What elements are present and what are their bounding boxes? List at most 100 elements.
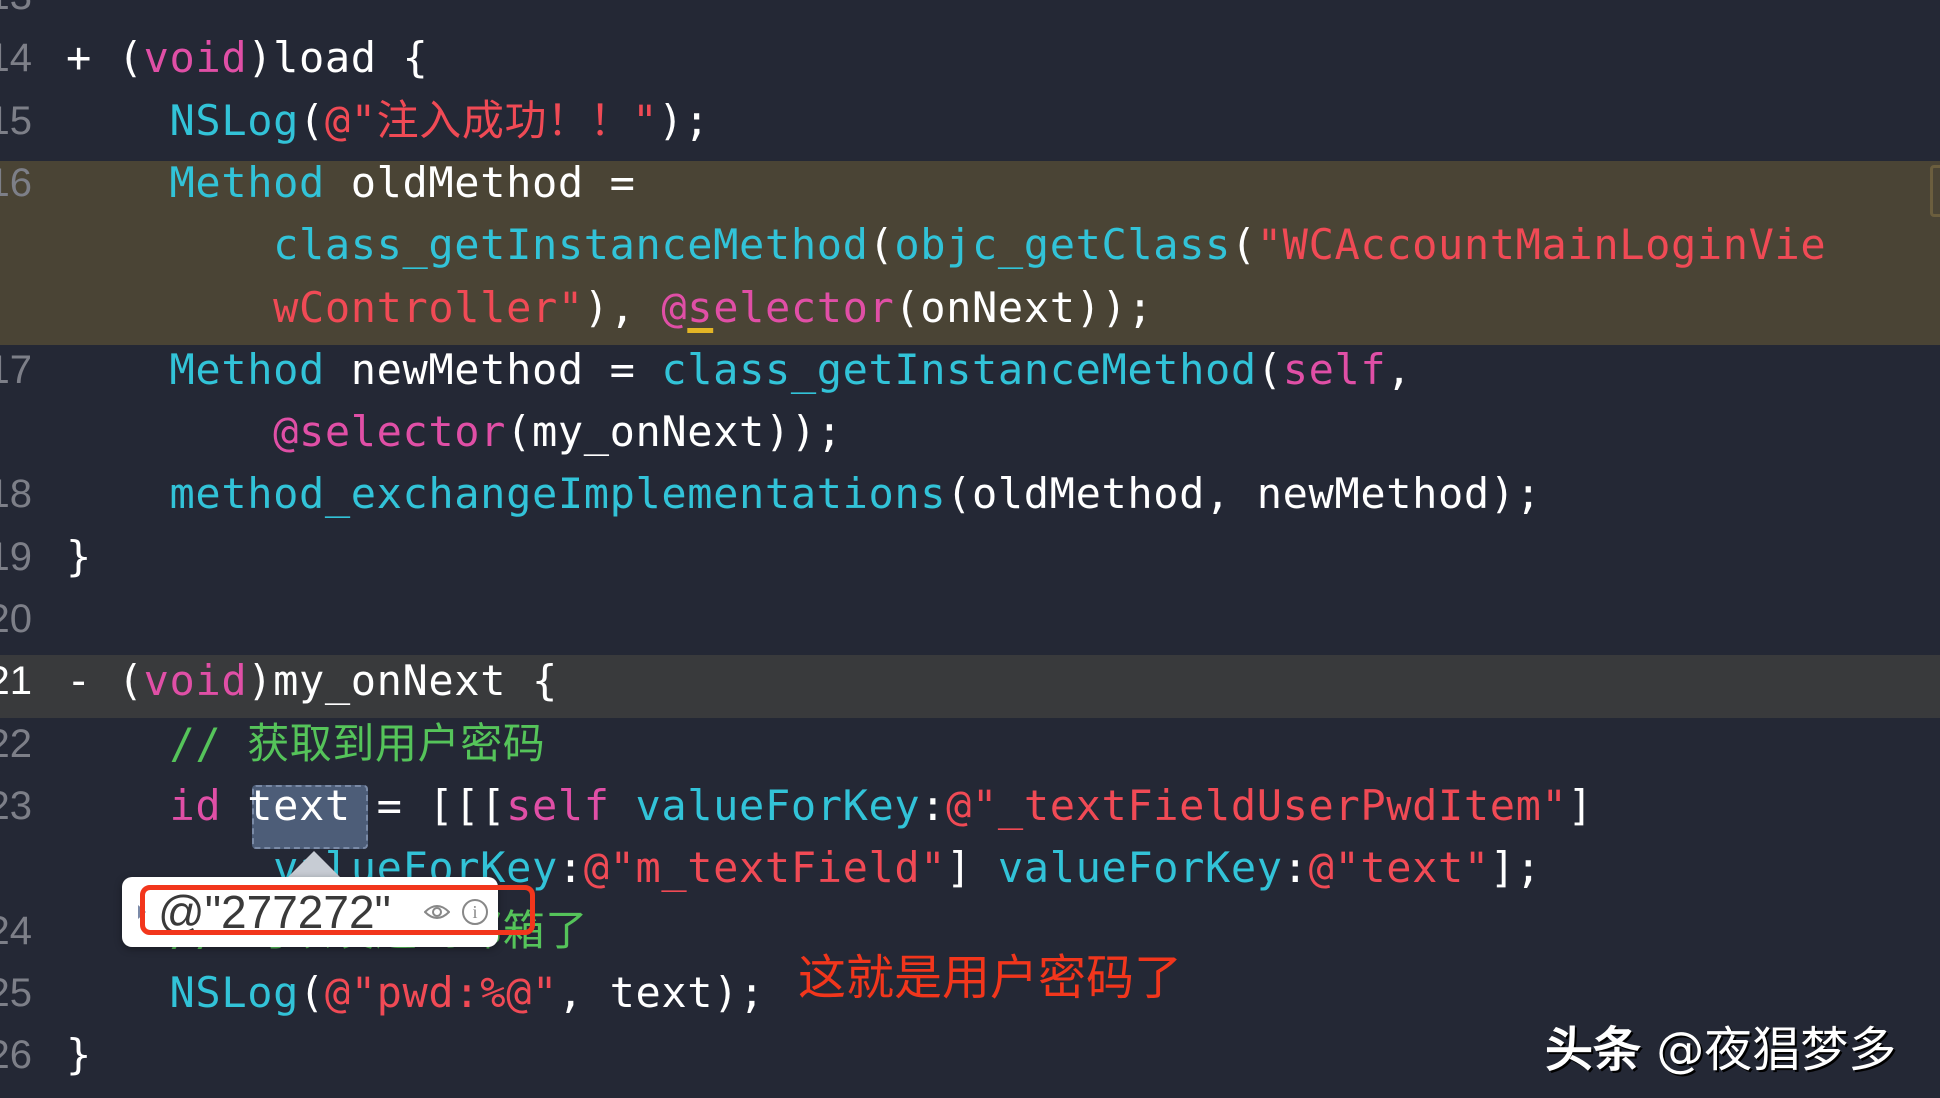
code-line-23[interactable]: 23 id text = [[[self valueForKey:@"_text…: [0, 775, 1940, 837]
code-text: NSLog(@"注入成功！！");: [66, 90, 710, 152]
code-token: newMethod =: [324, 344, 662, 394]
code-text: @selector(my_onNext));: [66, 401, 843, 463]
code-token: class_getInstanceMethod: [273, 220, 869, 270]
code-token: NSLog: [169, 95, 299, 145]
line-number[interactable]: 25: [0, 962, 32, 1024]
code-text: class_getInstanceMethod(objc_getClass("W…: [66, 214, 1826, 276]
code-token: - (: [66, 656, 144, 706]
code-text: }: [66, 526, 92, 588]
code-line-13[interactable]: 13: [0, 0, 1940, 27]
code-token: ]: [1567, 780, 1594, 830]
fixit-underline[interactable]: s: [687, 283, 713, 332]
code-line-15[interactable]: 15 NSLog(@"注入成功！！");: [0, 90, 1940, 152]
code-token: @"text": [1308, 843, 1490, 893]
code-line-19[interactable]: 19}: [0, 526, 1940, 588]
code-token: valueForKey: [997, 843, 1283, 893]
code-token: method_exchangeImplementations: [169, 469, 947, 519]
code-text: Method oldMethod =: [66, 152, 636, 214]
code-token: wController": [273, 282, 584, 332]
code-token: valueForKey: [635, 780, 921, 830]
code-line-18[interactable]: 18 method_exchangeImplementations(oldMet…: [0, 463, 1940, 525]
line-number[interactable]: 13: [0, 0, 32, 27]
code-token: self: [506, 780, 610, 830]
line-number[interactable]: 19: [0, 526, 32, 588]
code-token: (my_onNext));: [506, 407, 843, 457]
code-line-wrap[interactable]: wController"), @selector(onNext));: [0, 277, 1940, 339]
code-token: (: [298, 967, 325, 1017]
code-token: @selector: [273, 407, 507, 457]
code-text: wController"), @selector(onNext));: [66, 277, 1153, 339]
line-number[interactable]: 23: [0, 775, 32, 837]
code-token: Method: [169, 157, 325, 207]
code-token: (onNext));: [894, 282, 1154, 332]
code-text: // 获取到用户密码: [66, 713, 545, 775]
line-number[interactable]: 22: [0, 713, 32, 775]
code-token: );: [658, 95, 710, 145]
code-token: (: [1256, 344, 1283, 394]
code-token: self: [1282, 344, 1387, 394]
code-token: void: [143, 656, 248, 706]
line-number[interactable]: 14: [0, 27, 32, 89]
watermark: 头条 @夜猖梦多: [1545, 1010, 1896, 1080]
code-line-22[interactable]: 22 // 获取到用户密码: [0, 713, 1940, 775]
code-token: }: [66, 1030, 92, 1080]
code-line-wrap[interactable]: @selector(my_onNext));: [0, 401, 1940, 463]
code-token: id: [169, 780, 222, 830]
line-number[interactable]: 21: [0, 650, 32, 712]
code-token: )load {: [247, 33, 429, 83]
code-line-21[interactable]: 21 - (void)my_onNext {: [0, 650, 1940, 712]
line-number[interactable]: 20: [0, 588, 32, 650]
line-number[interactable]: 17: [0, 339, 32, 401]
line-number[interactable]: 15: [0, 90, 32, 152]
code-line-14[interactable]: 14 + (void)load {: [0, 27, 1940, 89]
code-text: }: [66, 1024, 92, 1086]
code-text: NSLog(@"pwd:%@", text);: [66, 962, 765, 1024]
highlight-annotation-box: [140, 885, 535, 935]
code-token: }: [66, 531, 92, 581]
code-token: "WCAccountMainLoginVie: [1256, 220, 1827, 270]
code-token: ]: [946, 843, 998, 893]
code-token: class_getInstanceMethod: [661, 344, 1257, 394]
code-line-17[interactable]: 17 Method newMethod = class_getInstanceM…: [0, 339, 1940, 401]
code-line-wrap[interactable]: class_getInstanceMethod(objc_getClass("W…: [0, 214, 1940, 276]
code-token: text = [[[: [221, 780, 507, 830]
code-token: void: [143, 33, 248, 83]
code-token: (: [868, 220, 895, 270]
code-token: :: [1282, 843, 1309, 893]
code-line-16[interactable]: 16 Method oldMethod =: [0, 152, 1940, 214]
code-token: + (: [66, 33, 144, 83]
line-number[interactable]: 26: [0, 1024, 32, 1086]
code-text: - (void)my_onNext {: [66, 650, 558, 712]
code-token: @selector: [661, 282, 895, 332]
line-number[interactable]: 16: [0, 152, 32, 214]
popup-arrow: [286, 851, 342, 879]
code-token: NSLog: [169, 967, 299, 1017]
code-text: Method newMethod = class_getInstanceMeth…: [66, 339, 1412, 401]
code-text: method_exchangeImplementations(oldMethod…: [66, 463, 1542, 525]
code-token: (: [298, 95, 325, 145]
line-number[interactable]: 18: [0, 463, 32, 525]
code-text: id text = [[[self valueForKey:@"_textFie…: [66, 775, 1593, 837]
code-token: @"_textFieldUserPwdItem": [946, 780, 1568, 830]
code-text: + (void)load {: [66, 27, 428, 89]
code-token: ];: [1489, 843, 1542, 893]
annotation-text: 这就是用户密码了: [798, 950, 1183, 1006]
code-line-20[interactable]: 20: [0, 588, 1940, 650]
code-token: objc_getClass: [894, 220, 1231, 270]
code-token: ),: [583, 282, 662, 332]
code-token: :: [920, 780, 947, 830]
code-token: ,: [1386, 344, 1413, 394]
line-number[interactable]: 24: [0, 900, 32, 962]
watermark-handle: @夜猖梦多: [1656, 1022, 1897, 1078]
watermark-brand: 头条: [1545, 1022, 1642, 1078]
